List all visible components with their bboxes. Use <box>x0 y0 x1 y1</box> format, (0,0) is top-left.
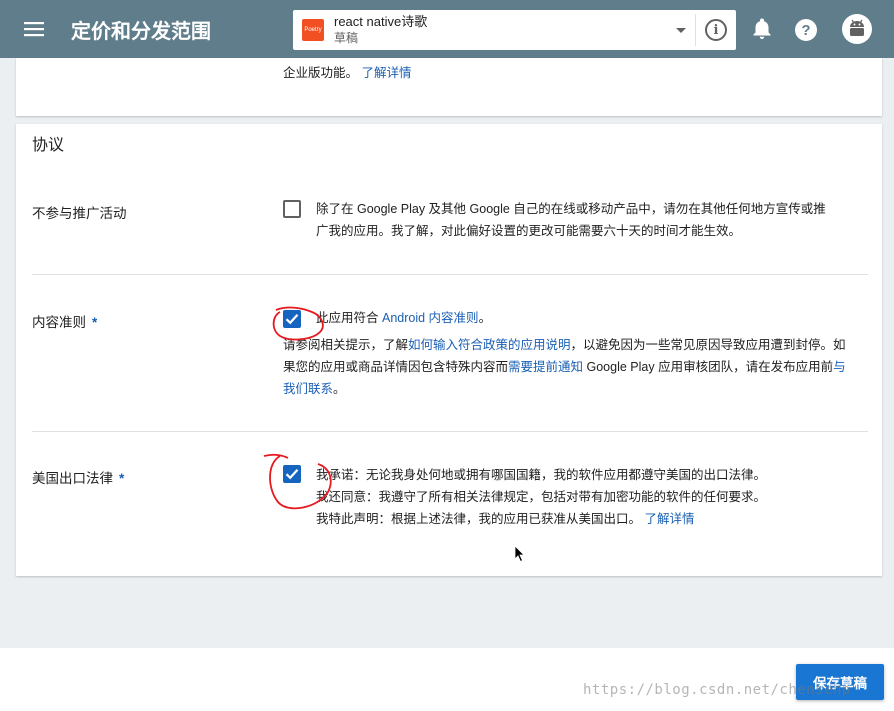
export-line1: 我承诺：无论我身处何地或拥有哪国国籍，我的软件应用都遵守美国的出口法律。 <box>316 468 767 482</box>
export-laws-label-text: 美国出口法律 <box>32 471 113 486</box>
export-learn-more-link[interactable]: 了解详情 <box>645 512 695 526</box>
content-guidelines-label: 内容准则 * <box>32 311 97 331</box>
bell-icon[interactable] <box>750 17 774 41</box>
info-icon[interactable]: i <box>705 19 727 41</box>
promo-text-line2: 广我的应用。我了解，对此偏好设置的更改可能需要六十天的时间才能生效。 <box>316 224 742 238</box>
content-line-pre: 此应用符合 <box>316 311 379 325</box>
app-bar: 定价和分发范围 Poetry react native诗歌 草稿 i ? <box>0 0 894 58</box>
promo-text: 除了在 Google Play 及其他 Google 自己的在线或移动产品中，请… <box>316 198 826 242</box>
app-icon-label: Poetry <box>304 27 322 33</box>
note-line2-pre: 果您的应用或商品详情因包含特殊内容而 <box>283 360 509 374</box>
contact-us-link[interactable]: 我们联系 <box>283 382 333 396</box>
watermark: https://blog.csdn.net/chensehp <box>583 682 851 698</box>
export-laws-checkbox[interactable] <box>283 465 301 483</box>
app-selector[interactable]: Poetry react native诗歌 草稿 i <box>293 10 736 50</box>
chevron-down-icon[interactable] <box>676 28 686 33</box>
export-line3: 我特此声明：根据上述法律，我的应用已获准从美国出口。 <box>316 512 642 526</box>
promo-checkbox[interactable] <box>283 200 301 218</box>
check-icon <box>285 469 299 480</box>
mouse-cursor-icon <box>514 545 525 563</box>
android-avatar-icon[interactable] <box>842 14 872 44</box>
policy-description-link[interactable]: 如何输入符合政策的应用说明 <box>408 338 571 352</box>
enterprise-card: 企业版功能。 了解详情 <box>16 58 882 116</box>
check-icon <box>285 314 299 325</box>
content-line-post: 。 <box>478 311 492 325</box>
enterprise-text: 企业版功能。 了解详情 <box>283 62 412 81</box>
export-laws-text: 我承诺：无论我身处何地或拥有哪国国籍，我的软件应用都遵守美国的出口法律。 我还同… <box>316 464 766 530</box>
promo-text-line1: 除了在 Google Play 及其他 Google 自己的在线或移动产品中，请… <box>316 202 826 216</box>
required-marker: * <box>92 315 98 330</box>
page-title: 定价和分发范围 <box>71 20 211 43</box>
selector-divider <box>695 14 696 46</box>
required-marker: * <box>119 471 125 486</box>
content-guidelines-line: 此应用符合 Android 内容准则。 <box>316 307 491 329</box>
export-laws-label: 美国出口法律 * <box>32 467 124 487</box>
app-status: 草稿 <box>334 31 359 45</box>
agreement-card: 协议 不参与推广活动 除了在 Google Play 及其他 Google 自己… <box>16 124 882 576</box>
contact-us-link-start[interactable]: 与 <box>833 360 846 374</box>
menu-icon[interactable] <box>17 12 51 46</box>
note-end: 。 <box>333 382 346 396</box>
enterprise-text-body: 企业版功能。 <box>283 66 359 80</box>
content-guidelines-note: 请参阅相关提示，了解如何输入符合政策的应用说明，以避免因为一些常见原因导致应用遭… <box>283 334 873 400</box>
export-line2: 我还同意：我遵守了所有相关法律规定，包括对带有加密功能的软件的任何要求。 <box>316 490 767 504</box>
promo-label: 不参与推广活动 <box>32 206 127 221</box>
app-name: react native诗歌 <box>334 14 428 29</box>
android-content-policy-link[interactable]: Android 内容准则 <box>382 311 479 325</box>
help-icon[interactable]: ? <box>795 19 817 41</box>
note-line2-post: Google Play 应用审核团队，请在发布应用前 <box>583 360 834 374</box>
note-pre: 请参阅相关提示，了解 <box>283 338 409 352</box>
row-divider <box>32 431 868 432</box>
section-title: 协议 <box>32 137 65 154</box>
content-guidelines-label-text: 内容准则 <box>32 315 86 330</box>
footer-bar <box>0 648 894 711</box>
app-icon: Poetry <box>302 19 324 41</box>
note-mid: ，以避免因为一些常见原因导致应用遭到封停。如 <box>570 338 846 352</box>
row-divider <box>32 274 868 275</box>
learn-more-link[interactable]: 了解详情 <box>362 66 412 80</box>
content-guidelines-checkbox[interactable] <box>283 310 301 328</box>
advance-notice-link[interactable]: 需要提前通知 <box>508 360 583 374</box>
